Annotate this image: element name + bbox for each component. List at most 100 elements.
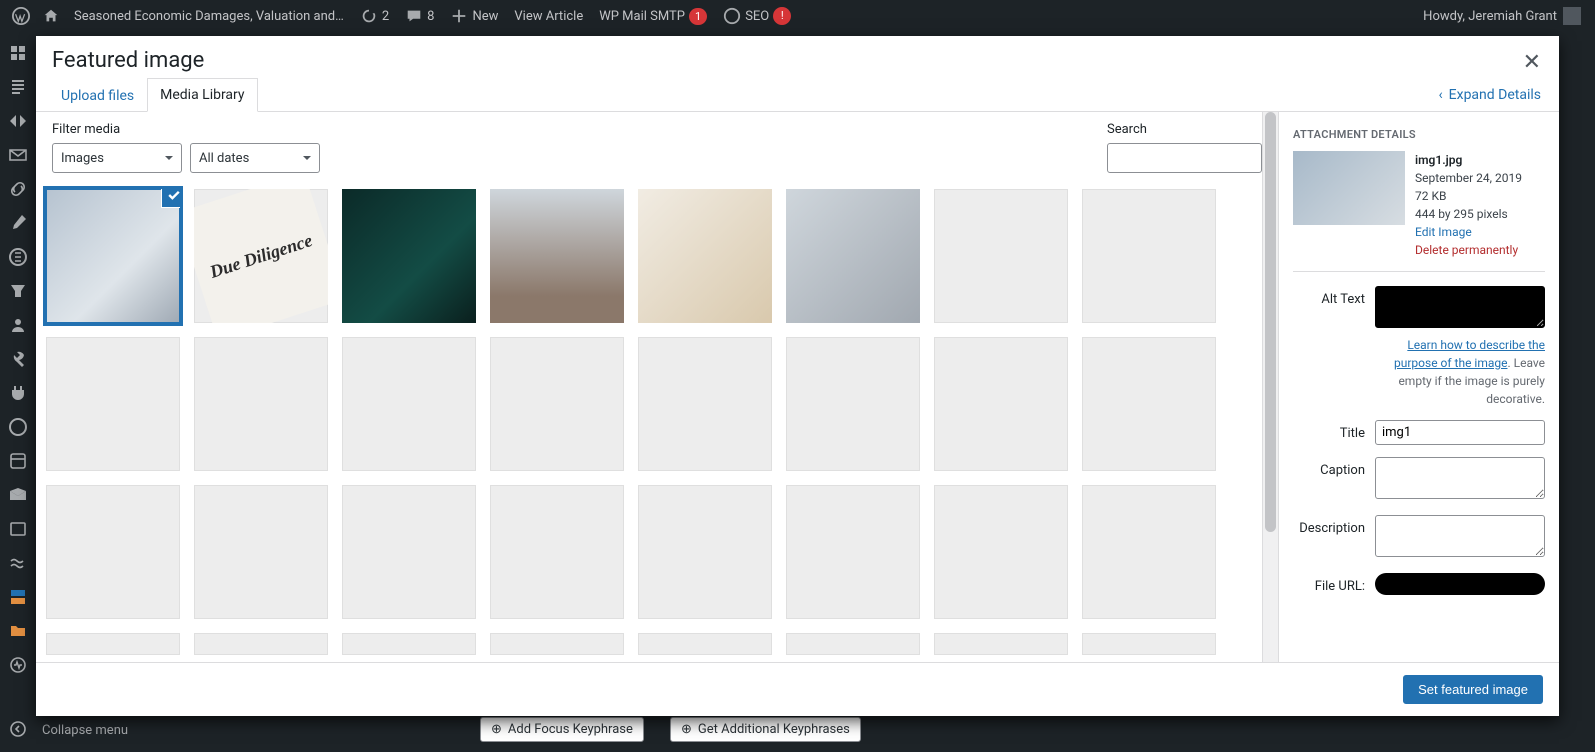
caption-label: Caption [1293, 457, 1365, 478]
attachment-item[interactable] [786, 337, 920, 471]
filter-type-select[interactable]: Images [52, 143, 182, 173]
seo-icon [723, 7, 741, 25]
attachment-details-panel: ATTACHMENT DETAILS img1.jpg September 24… [1279, 112, 1559, 662]
attachment-item[interactable] [786, 189, 920, 323]
sidebar-folders-icon[interactable] [0, 614, 36, 648]
sidebar-templates-icon[interactable] [0, 444, 36, 478]
attachment-filesize: 72 KB [1415, 187, 1522, 205]
refresh-icon [360, 7, 378, 25]
attachment-item[interactable] [46, 485, 180, 619]
tab-upload-files[interactable]: Upload files [48, 79, 147, 112]
bg-add-focus-keyphrase: ⊕Add Focus Keyphrase [480, 717, 644, 742]
attachment-filename: img1.jpg [1415, 151, 1522, 169]
alt-text-input[interactable] [1375, 286, 1545, 328]
modal-title: Featured image [52, 48, 1543, 73]
home-icon[interactable] [36, 0, 66, 32]
attachments-scrollbar[interactable] [1262, 112, 1278, 662]
attachment-item[interactable] [490, 189, 624, 323]
attachment-item[interactable] [490, 337, 624, 471]
attachment-item[interactable]: Due Diligence [194, 189, 328, 323]
attachment-item[interactable] [638, 189, 772, 323]
attachment-item[interactable] [342, 633, 476, 655]
attachment-item[interactable] [490, 485, 624, 619]
attachment-item[interactable] [934, 633, 1068, 655]
tab-media-library[interactable]: Media Library [147, 78, 257, 112]
attachment-item[interactable] [934, 337, 1068, 471]
set-featured-image-button[interactable]: Set featured image [1403, 675, 1543, 704]
sidebar-collapse-icon[interactable] [0, 712, 36, 746]
caption-input[interactable] [1375, 457, 1545, 499]
bg-get-additional-keyphrases: ⊕Get Additional Keyphrases [670, 717, 861, 742]
attachment-item[interactable] [786, 633, 920, 655]
attachment-item[interactable] [934, 189, 1068, 323]
edit-image-link[interactable]: Edit Image [1415, 225, 1472, 239]
title-input[interactable] [1375, 420, 1545, 445]
delete-permanently-link[interactable]: Delete permanently [1415, 243, 1518, 257]
expand-details-link[interactable]: Expand Details [1438, 79, 1547, 111]
comments-link[interactable]: 8 [397, 0, 442, 32]
sidebar-builder-icon[interactable] [0, 580, 36, 614]
attachment-item[interactable] [490, 633, 624, 655]
sidebar-waves-icon[interactable] [0, 546, 36, 580]
attachment-item[interactable] [46, 337, 180, 471]
attachment-item[interactable] [342, 485, 476, 619]
attachment-item[interactable] [1082, 485, 1216, 619]
attachment-item[interactable] [786, 485, 920, 619]
attachment-item[interactable] [638, 337, 772, 471]
sidebar-plugins-icon[interactable] [0, 376, 36, 410]
wp-mail-smtp-link[interactable]: WP Mail SMTP 1 [591, 0, 715, 32]
search-input[interactable] [1107, 143, 1262, 173]
seo-badge: ! [773, 7, 791, 25]
avatar [1563, 7, 1581, 25]
sidebar-links-icon[interactable] [0, 172, 36, 206]
attachment-item[interactable] [342, 337, 476, 471]
file-url-label: File URL: [1293, 573, 1365, 594]
close-icon[interactable]: ✕ [1519, 46, 1545, 79]
attachment-item[interactable] [342, 189, 476, 323]
seo-link[interactable]: SEO ! [715, 0, 799, 32]
attachment-item[interactable] [638, 485, 772, 619]
sidebar-tools-icon[interactable] [0, 206, 36, 240]
wp-logo-icon[interactable] [6, 0, 36, 32]
featured-image-modal: ✕ Featured image Upload files Media Libr… [36, 36, 1559, 716]
filter-media-label: Filter media [52, 122, 320, 137]
sidebar-activity-icon[interactable] [0, 648, 36, 682]
sidebar-seo-icon[interactable] [0, 410, 36, 444]
attachment-item[interactable] [46, 189, 180, 323]
description-input[interactable] [1375, 515, 1545, 557]
sidebar-smtp-icon[interactable] [0, 478, 36, 512]
new-content-link[interactable]: New [442, 0, 506, 32]
sidebar-users-icon[interactable] [0, 308, 36, 342]
attachment-item[interactable] [934, 485, 1068, 619]
attachment-item[interactable] [194, 337, 328, 471]
sidebar-mail-icon[interactable] [0, 138, 36, 172]
updates-link[interactable]: 2 [352, 0, 397, 32]
media-tabs: Upload files Media Library Expand Detail… [36, 77, 1559, 112]
attachments-grid: Due Diligence [46, 185, 1268, 662]
attachment-item[interactable] [1082, 633, 1216, 655]
sidebar-elementor-icon[interactable] [0, 240, 36, 274]
attachment-item[interactable] [1082, 189, 1216, 323]
site-name-link[interactable]: Seasoned Economic Damages, Valuation and… [66, 0, 352, 32]
alt-text-label: Alt Text [1293, 286, 1365, 307]
search-label: Search [1107, 122, 1262, 137]
sidebar-content-icon[interactable] [0, 512, 36, 546]
attachment-item[interactable] [46, 633, 180, 655]
file-url-input[interactable] [1375, 573, 1545, 595]
sidebar-feedback-icon[interactable] [0, 104, 36, 138]
sidebar-posts-icon[interactable] [0, 70, 36, 104]
view-article-link[interactable]: View Article [506, 0, 591, 32]
attachment-item[interactable] [194, 485, 328, 619]
sidebar-dashboard-icon[interactable] [0, 36, 36, 70]
howdy-user[interactable]: Howdy, Jeremiah Grant [1415, 0, 1589, 32]
alt-text-help: Learn how to describe the purpose of the… [1375, 336, 1545, 408]
attachment-thumbnail [1293, 151, 1405, 225]
attachment-item[interactable] [638, 633, 772, 655]
attachment-item[interactable] [194, 633, 328, 655]
filter-date-select[interactable]: All dates [190, 143, 320, 173]
sidebar-appearance-icon[interactable] [0, 274, 36, 308]
sidebar-settings-icon[interactable] [0, 342, 36, 376]
attachment-item[interactable] [1082, 337, 1216, 471]
selected-check-icon [162, 189, 180, 207]
collapse-menu-label[interactable]: Collapse menu [36, 723, 128, 738]
